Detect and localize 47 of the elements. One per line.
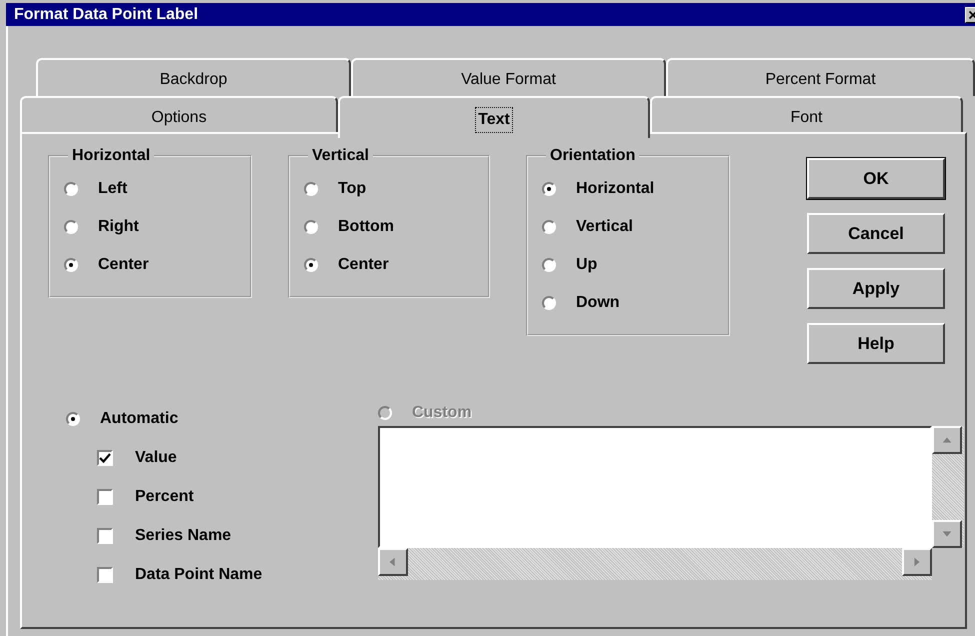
radio-button[interactable]: [304, 182, 318, 196]
radio-label: Custom: [412, 403, 472, 423]
checkbox-label: Percent: [135, 486, 194, 506]
tab[interactable]: Percent Format: [666, 58, 975, 96]
window-title: Format Data Point Label: [14, 4, 198, 24]
radio-label: Vertical: [576, 217, 633, 237]
tab[interactable]: Value Format: [351, 58, 666, 96]
dialog-button[interactable]: Apply: [807, 268, 945, 309]
checkbox-label: Value: [135, 448, 177, 468]
radio-label: Right: [98, 217, 139, 237]
checkbox-label: Series Name: [135, 526, 232, 546]
radio-label: Center: [98, 255, 149, 275]
checkbox-label: Data Point Name: [135, 564, 262, 584]
radio-button[interactable]: [542, 220, 556, 234]
radio-label: Horizontal: [576, 179, 654, 199]
radio-button[interactable]: [64, 220, 78, 234]
radio-label: Center: [338, 255, 389, 275]
dialog-button[interactable]: OK: [807, 158, 945, 199]
radio-button[interactable]: [542, 258, 556, 272]
radio-label: Automatic: [100, 409, 178, 429]
radio-label: Top: [338, 179, 366, 199]
group-title: Orientation: [549, 148, 636, 164]
tab[interactable]: Backdrop: [36, 58, 351, 96]
radio-button[interactable]: [542, 296, 556, 310]
group-title: Horizontal: [71, 148, 152, 164]
checkbox[interactable]: [97, 566, 113, 582]
vertical-scrollbar[interactable]: [932, 426, 964, 548]
tab[interactable]: Text: [338, 96, 650, 138]
radio-label: Up: [576, 255, 598, 275]
radio-button[interactable]: [64, 182, 78, 196]
radio-button[interactable]: [64, 258, 78, 272]
radio-button[interactable]: [304, 258, 318, 272]
checkbox[interactable]: [97, 488, 113, 504]
radio-label: Bottom: [338, 217, 394, 237]
radio-label: Down: [576, 293, 620, 313]
checkbox[interactable]: [97, 450, 113, 466]
horizontal-scrollbar[interactable]: [378, 548, 932, 580]
tab[interactable]: Options: [20, 96, 338, 134]
dialog-button[interactable]: Cancel: [807, 213, 945, 254]
radio-button[interactable]: [66, 412, 80, 426]
radio-button[interactable]: [542, 182, 556, 196]
radio-label: Left: [98, 179, 128, 199]
group-title: Vertical: [311, 148, 370, 164]
radio-button[interactable]: [304, 220, 318, 234]
tab[interactable]: Font: [650, 96, 963, 134]
checkbox[interactable]: [97, 528, 113, 544]
dialog-button[interactable]: Help: [807, 323, 945, 364]
